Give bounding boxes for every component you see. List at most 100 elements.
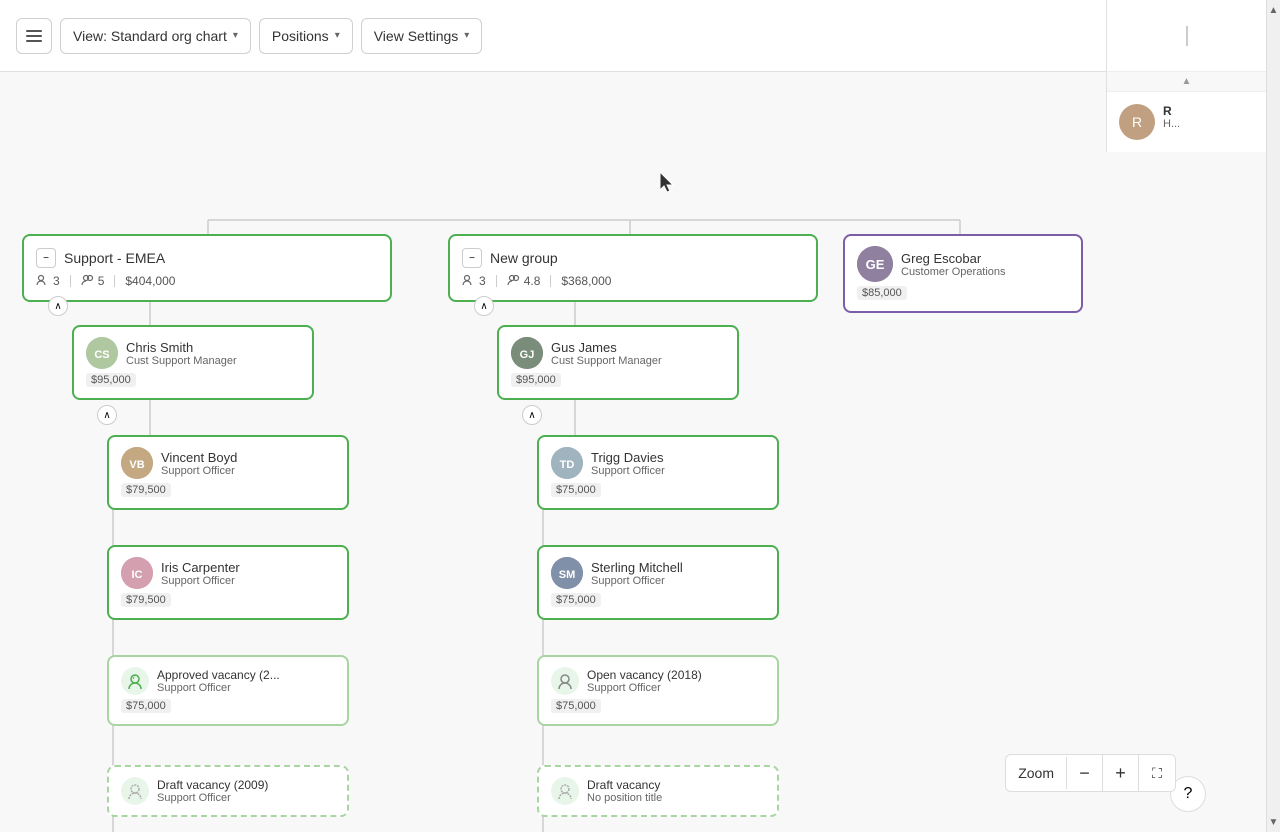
person-salary-chris-smith: $95,000: [86, 373, 136, 387]
avatar-vincent-boyd: VB: [121, 447, 153, 479]
vacancy-title-draft-2009: Draft vacancy (2009): [157, 778, 268, 792]
svg-text:GE: GE: [866, 257, 885, 272]
new-group-budget: $368,000: [561, 274, 611, 288]
avatar-chris-smith: CS: [86, 337, 118, 369]
emea-members: 3: [53, 274, 60, 288]
view-label: View: Standard org chart: [73, 28, 227, 44]
vacancy-title-draft-no-title: Draft vacancy: [587, 778, 662, 792]
group-stats-new-group: 3 4.8 $368,000: [462, 274, 804, 288]
scroll-up-arrow[interactable]: ▲: [1267, 0, 1280, 20]
svg-text:SM: SM: [559, 569, 576, 581]
person-role-trigg-davies: Support Officer: [591, 465, 665, 477]
person-name-vincent-boyd: Vincent Boyd: [161, 450, 237, 465]
zoom-area: Zoom − + ⛶ ?: [1162, 776, 1206, 812]
vacancy-icon-open: [551, 667, 579, 695]
person-card-trigg-davies[interactable]: TD Trigg Davies Support Officer $75,000: [537, 435, 779, 510]
person-salary-sterling-mitchell: $75,000: [551, 593, 601, 607]
vacancy-role-approved: Support Officer: [157, 682, 280, 694]
zoom-fullscreen-button[interactable]: ⛶: [1139, 755, 1175, 791]
positions-dropdown-button[interactable]: Positions ▾: [259, 18, 353, 54]
group-card-support-emea[interactable]: − Support - EMEA 3 5 $404,000: [22, 234, 392, 302]
person-card-vincent-boyd[interactable]: VB Vincent Boyd Support Officer $79,500: [107, 435, 349, 510]
sidebar-toggle-button[interactable]: [16, 18, 52, 54]
expand-toggle-emea[interactable]: ∧: [48, 296, 68, 316]
vacancy-icon-draft-no-title: [551, 777, 579, 805]
avatar-sterling-mitchell: SM: [551, 557, 583, 589]
person-name-chris-smith: Chris Smith: [126, 340, 237, 355]
person-role-chris-smith: Cust Support Manager: [126, 355, 237, 367]
zoom-in-button[interactable]: +: [1103, 755, 1139, 791]
view-settings-label: View Settings: [374, 28, 459, 44]
right-panel-card: R R H...: [1107, 92, 1266, 152]
right-scrollbar[interactable]: ▲ ▼: [1266, 0, 1280, 832]
person-role-vincent-boyd: Support Officer: [161, 465, 237, 477]
svg-text:GJ: GJ: [520, 349, 535, 361]
toolbar: View: Standard org chart ▾ Positions ▾ V…: [0, 0, 1280, 72]
vacancy-card-approved[interactable]: Approved vacancy (2... Support Officer $…: [107, 655, 349, 726]
positions-chevron-icon: ▾: [335, 30, 340, 41]
person-name-trigg-davies: Trigg Davies: [591, 450, 665, 465]
svg-text:TD: TD: [560, 459, 575, 471]
group-title-new-group: New group: [490, 250, 558, 266]
group-card-new-group[interactable]: − New group 3 4.8 $368,000: [448, 234, 818, 302]
svg-text:IC: IC: [132, 569, 143, 581]
person-name-sterling-mitchell: Sterling Mitchell: [591, 560, 683, 575]
view-dropdown-button[interactable]: View: Standard org chart ▾: [60, 18, 251, 54]
vacancy-icon-approved: [121, 667, 149, 695]
person-name-greg-escobar: Greg Escobar: [901, 251, 1006, 266]
person-card-iris-carpenter[interactable]: IC Iris Carpenter Support Officer $79,50…: [107, 545, 349, 620]
group-title-emea: Support - EMEA: [64, 250, 165, 266]
org-chart-canvas: − Support - EMEA 3 5 $404,000 ∧ − New gr…: [0, 72, 1266, 832]
view-chevron-icon: ▾: [233, 30, 238, 41]
person-card-greg-escobar[interactable]: GE Greg Escobar Customer Operations $85,…: [843, 234, 1083, 313]
person-card-chris-smith[interactable]: CS Chris Smith Cust Support Manager $95,…: [72, 325, 314, 400]
zoom-out-button[interactable]: −: [1067, 755, 1103, 791]
vacancy-card-open[interactable]: Open vacancy (2018) Support Officer $75,…: [537, 655, 779, 726]
positions-label: Positions: [272, 28, 329, 44]
vacancy-role-open: Support Officer: [587, 682, 702, 694]
vacancy-role-draft-no-title: No position title: [587, 792, 662, 804]
expand-toggle-chris[interactable]: ∧: [97, 405, 117, 425]
vacancy-salary-open: $75,000: [551, 699, 601, 713]
vacancy-salary-approved: $75,000: [121, 699, 171, 713]
vacancy-card-draft-no-title[interactable]: Draft vacancy No position title: [537, 765, 779, 817]
expand-toggle-new-group[interactable]: ∧: [474, 296, 494, 316]
person-salary-iris-carpenter: $79,500: [121, 593, 171, 607]
group-stats-emea: 3 5 $404,000: [36, 274, 378, 288]
avatar: R: [1119, 104, 1155, 140]
vacancy-title-open: Open vacancy (2018): [587, 668, 702, 682]
avatar-greg-escobar: GE: [857, 246, 893, 282]
avatar-gus-james: GJ: [511, 337, 543, 369]
vacancy-icon-draft-2009: [121, 777, 149, 805]
right-panel: ▲ R R H...: [1106, 0, 1266, 152]
vacancy-role-draft-2009: Support Officer: [157, 792, 268, 804]
person-card-gus-james[interactable]: GJ Gus James Cust Support Manager $95,00…: [497, 325, 739, 400]
person-card-sterling-mitchell[interactable]: SM Sterling Mitchell Support Officer $75…: [537, 545, 779, 620]
person-name-gus-james: Gus James: [551, 340, 662, 355]
zoom-label: Zoom: [1006, 757, 1067, 789]
person-role-greg-escobar: Customer Operations: [901, 266, 1006, 278]
collapse-button-emea[interactable]: −: [36, 248, 56, 268]
person-salary-greg-escobar: $85,000: [857, 286, 907, 300]
view-settings-dropdown-button[interactable]: View Settings ▾: [361, 18, 483, 54]
emea-rating: 5: [98, 274, 105, 288]
person-salary-vincent-boyd: $79,500: [121, 483, 171, 497]
view-settings-chevron-icon: ▾: [464, 30, 469, 41]
collapse-button-new-group[interactable]: −: [462, 248, 482, 268]
avatar-trigg-davies: TD: [551, 447, 583, 479]
zoom-controls: Zoom − + ⛶: [1005, 754, 1176, 792]
svg-text:CS: CS: [94, 349, 109, 361]
vacancy-card-draft-2009[interactable]: Draft vacancy (2009) Support Officer: [107, 765, 349, 817]
person-role-sterling-mitchell: Support Officer: [591, 575, 683, 587]
avatar-iris-carpenter: IC: [121, 557, 153, 589]
vacancy-title-approved: Approved vacancy (2...: [157, 668, 280, 682]
svg-text:VB: VB: [129, 459, 144, 471]
new-group-members: 3: [479, 274, 486, 288]
expand-toggle-gus[interactable]: ∧: [522, 405, 542, 425]
emea-budget: $404,000: [125, 274, 175, 288]
person-salary-gus-james: $95,000: [511, 373, 561, 387]
person-salary-trigg-davies: $75,000: [551, 483, 601, 497]
scroll-down-arrow[interactable]: ▼: [1267, 812, 1280, 832]
cursor-indicator: [660, 172, 678, 199]
new-group-rating: 4.8: [524, 274, 541, 288]
